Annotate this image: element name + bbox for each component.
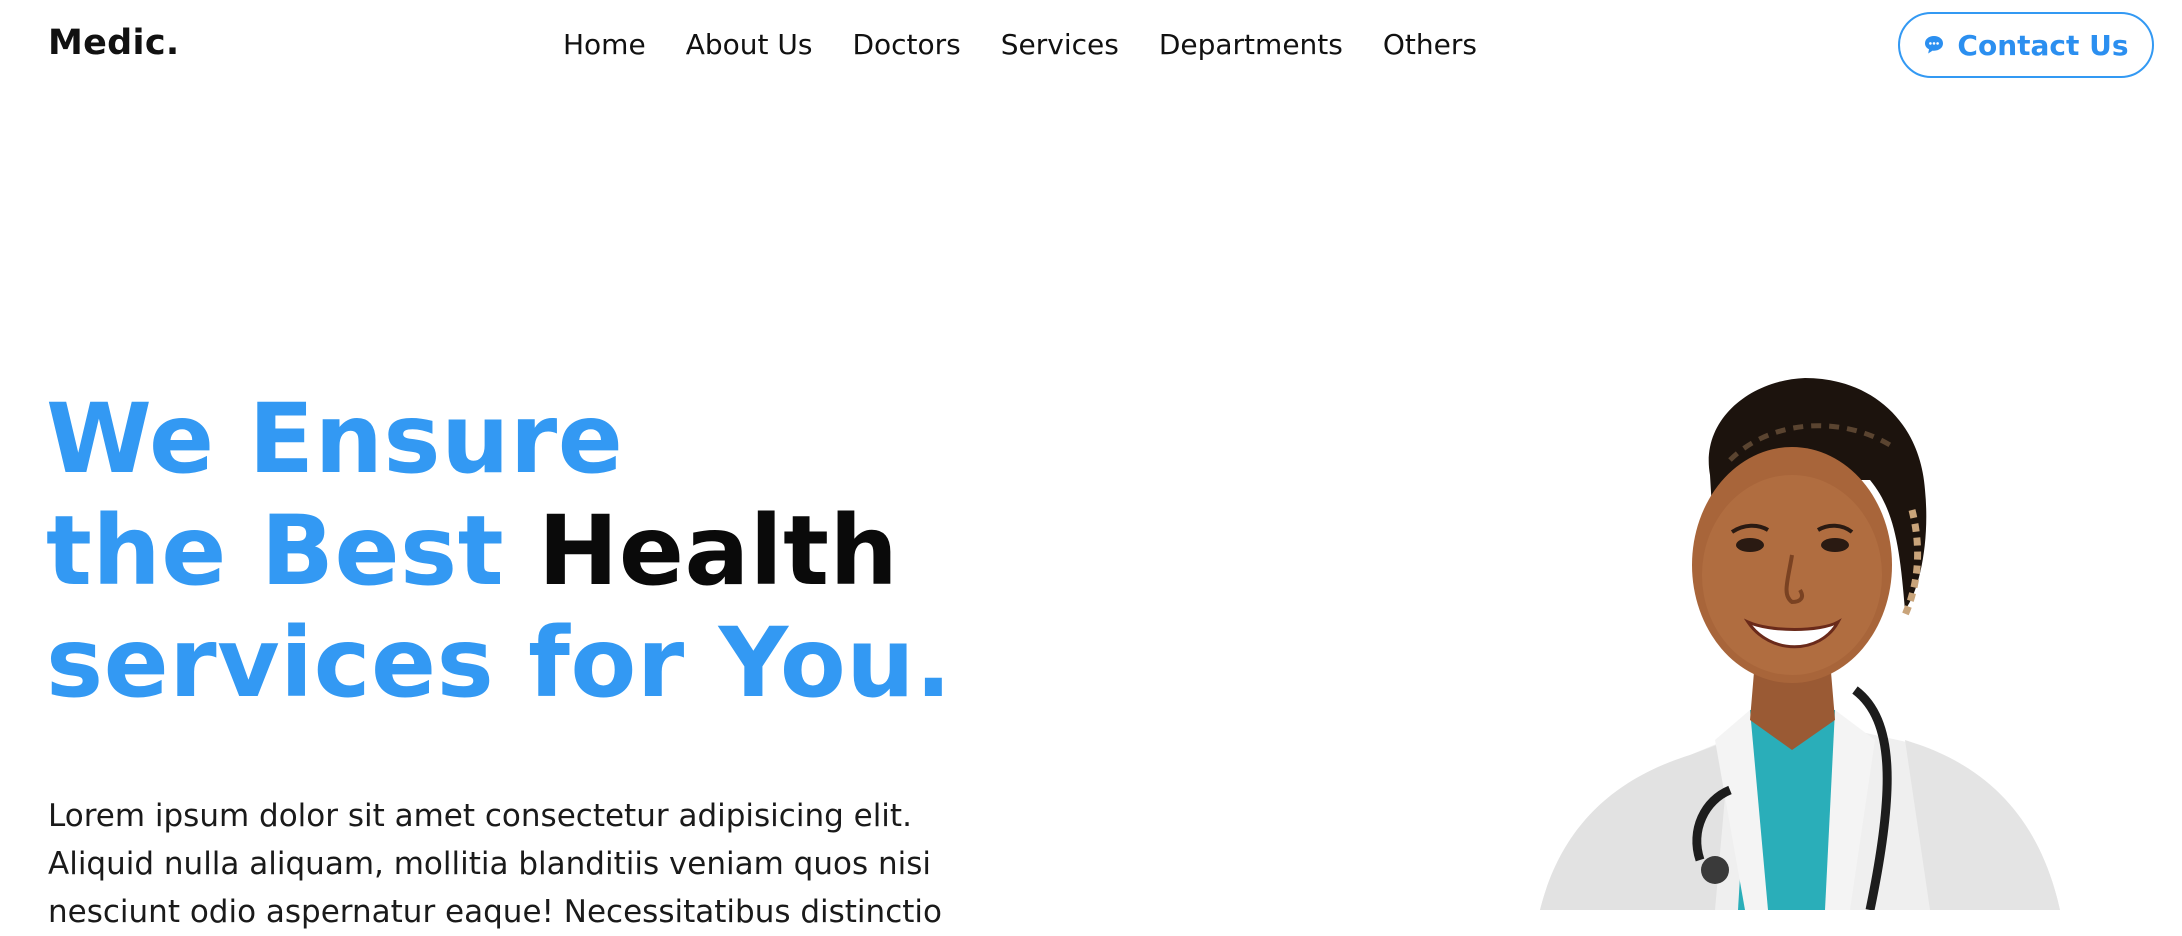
chat-bubble-icon [1923, 34, 1945, 56]
logo[interactable]: Medic. [48, 23, 179, 63]
nav-about-us[interactable]: About Us [686, 28, 813, 61]
hero-title: We Ensure the Best Health services for Y… [46, 383, 952, 719]
nav-services[interactable]: Services [1001, 28, 1119, 61]
contact-us-label: Contact Us [1957, 28, 2129, 62]
nav-others[interactable]: Others [1383, 28, 1477, 61]
nav-departments[interactable]: Departments [1159, 28, 1343, 61]
hero-title-line-2-accent: the Best [46, 495, 505, 607]
hero-title-line-3: services for You. [46, 607, 953, 719]
hero-title-line-1: We Ensure [46, 383, 624, 495]
nav-doctors[interactable]: Doctors [852, 28, 960, 61]
nav-home[interactable]: Home [563, 28, 646, 61]
hero-description: Lorem ipsum dolor sit amet consectetur a… [48, 798, 942, 930]
hero-title-line-2-dark: Health [538, 495, 899, 607]
doctor-image [1500, 360, 2120, 911]
site-header: Medic. Home About Us Doctors Services De… [0, 0, 2182, 96]
contact-us-button[interactable]: Contact Us [1898, 12, 2154, 78]
main-nav: Home About Us Doctors Services Departmen… [563, 28, 1477, 61]
